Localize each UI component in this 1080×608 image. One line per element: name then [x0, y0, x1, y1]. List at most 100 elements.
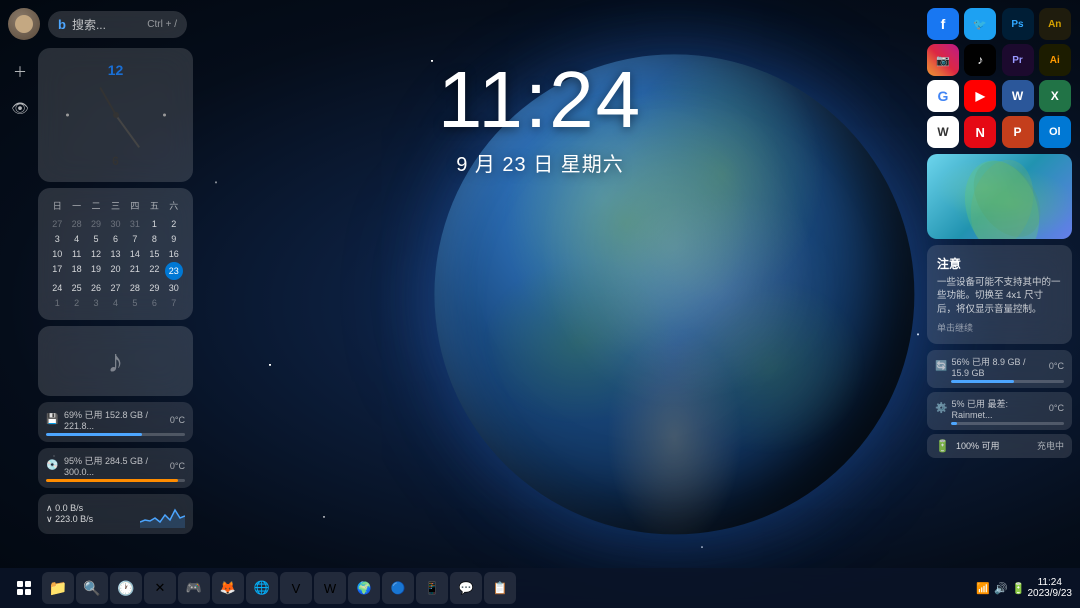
cal-day[interactable]: 18	[67, 262, 85, 280]
cal-day[interactable]: 6	[145, 296, 163, 310]
cal-day[interactable]: 14	[126, 247, 144, 261]
cal-day[interactable]: 13	[106, 247, 124, 261]
taskbar-app5[interactable]: 🎮	[178, 572, 210, 604]
app-netflix[interactable]: N	[964, 116, 996, 148]
top-bar: b 搜索... Ctrl + /	[8, 8, 187, 40]
taskbar-search[interactable]: 🔍	[76, 572, 108, 604]
app-youtube[interactable]: ▶	[964, 80, 996, 112]
cal-day[interactable]: 29	[145, 281, 163, 295]
clock-face: 12 6	[61, 60, 171, 170]
cal-day[interactable]: 3	[48, 232, 66, 246]
cal-day[interactable]: 30	[165, 281, 183, 295]
cal-day[interactable]: 28	[67, 217, 85, 231]
drive-c-widget: 💾 69% 已用 152.8 GB / 221.8... 0°C	[38, 402, 193, 442]
win11-wallpaper-preview[interactable]	[927, 154, 1072, 239]
cal-day[interactable]: 29	[87, 217, 105, 231]
app-powerpoint[interactable]: P	[1002, 116, 1034, 148]
start-button[interactable]	[8, 572, 40, 604]
taskbar-app4[interactable]: ✕	[144, 572, 176, 604]
taskbar-app13[interactable]: 💬	[450, 572, 482, 604]
instagram-label: 📷	[936, 54, 950, 67]
taskbar-app9[interactable]: W	[314, 572, 346, 604]
taskbar-app11[interactable]: 🔵	[382, 572, 414, 604]
cal-day[interactable]: 12	[87, 247, 105, 261]
cal-day[interactable]: 3	[87, 296, 105, 310]
app-excel[interactable]: X	[1039, 80, 1071, 112]
drive-c-bar	[46, 433, 142, 436]
cal-day-today[interactable]: 23	[165, 262, 183, 280]
notice-link[interactable]: 单击继续	[937, 321, 1062, 334]
cal-day[interactable]: 5	[126, 296, 144, 310]
cal-day-mon: 一	[67, 198, 85, 213]
cal-day[interactable]: 2	[165, 217, 183, 231]
app-word[interactable]: W	[1002, 80, 1034, 112]
cal-day[interactable]: 24	[48, 281, 66, 295]
cal-day[interactable]: 27	[106, 281, 124, 295]
app-instagram[interactable]: 📷	[927, 44, 959, 76]
cal-day[interactable]: 1	[48, 296, 66, 310]
search-bar[interactable]: b 搜索... Ctrl + /	[48, 11, 187, 38]
app-tiktok[interactable]: ♪	[964, 44, 996, 76]
cal-day[interactable]: 20	[106, 262, 124, 280]
cal-day[interactable]: 11	[67, 247, 85, 261]
drive-d-bar-bg	[46, 479, 185, 482]
cal-day[interactable]: 4	[67, 232, 85, 246]
cal-day[interactable]: 5	[87, 232, 105, 246]
volume-tray-icon[interactable]: 🔊	[994, 582, 1008, 595]
cal-day[interactable]: 28	[126, 281, 144, 295]
cal-day[interactable]: 25	[67, 281, 85, 295]
cal-day[interactable]: 30	[106, 217, 124, 231]
cal-day[interactable]: 6	[106, 232, 124, 246]
cal-day[interactable]: 9	[165, 232, 183, 246]
taskbar-clock[interactable]: 🕐	[110, 572, 142, 604]
cal-day[interactable]: 27	[48, 217, 66, 231]
taskbar-file-explorer[interactable]: 📁	[42, 572, 74, 604]
app-animate[interactable]: An	[1039, 8, 1071, 40]
taskbar-time[interactable]: 11:24 2023/9/23	[1028, 577, 1073, 599]
app-facebook[interactable]: f	[927, 8, 959, 40]
cal-day-fri: 五	[145, 198, 163, 213]
app-wikipedia[interactable]: W	[927, 116, 959, 148]
app-twitter[interactable]: 🐦	[964, 8, 996, 40]
cal-day[interactable]: 31	[126, 217, 144, 231]
cal-day[interactable]: 15	[145, 247, 163, 261]
taskbar-app10[interactable]: 🌍	[348, 572, 380, 604]
cal-day[interactable]: 2	[67, 296, 85, 310]
taskbar-app7[interactable]: 🌐	[246, 572, 278, 604]
app-premiere[interactable]: Pr	[1002, 44, 1034, 76]
cal-day[interactable]: 7	[126, 232, 144, 246]
memory-widget: 🔄 56% 已用 8.9 GB / 15.9 GB 0°C	[927, 350, 1072, 388]
music-widget[interactable]: ♪	[38, 326, 193, 396]
illustrator-label: Ai	[1050, 55, 1060, 66]
taskbar-app6[interactable]: 🦊	[212, 572, 244, 604]
cal-day[interactable]: 19	[87, 262, 105, 280]
taskbar-app14[interactable]: 📋	[484, 572, 516, 604]
app-outlook[interactable]: Ol	[1039, 116, 1071, 148]
avatar[interactable]	[8, 8, 40, 40]
app-photoshop[interactable]: Ps	[1002, 8, 1034, 40]
cal-day[interactable]: 22	[145, 262, 163, 280]
eye-icon[interactable]: 👁	[8, 96, 32, 120]
windows-icon	[17, 581, 31, 595]
cal-day[interactable]: 1	[145, 217, 163, 231]
battery-tray-icon[interactable]: 🔋	[1012, 582, 1026, 595]
network-tray-icon[interactable]: 📶	[976, 582, 990, 595]
taskbar-app8[interactable]: V	[280, 572, 312, 604]
taskbar-app12[interactable]: 📱	[416, 572, 448, 604]
cal-day[interactable]: 21	[126, 262, 144, 280]
notice-widget: 注意 一些设备可能不支持其中的一些功能。切换至 4x1 尺寸后，将仅显示音量控制…	[927, 245, 1072, 344]
calendar-header: 日 一 二 三 四 五 六	[48, 198, 183, 213]
add-widget-icon[interactable]: ＋	[8, 60, 32, 84]
app-illustrator[interactable]: Ai	[1039, 44, 1071, 76]
app6-icon: 🦊	[220, 580, 236, 596]
drive-d-widget: 💿 95% 已用 284.5 GB / 300.0... 0°C	[38, 448, 193, 488]
cal-day[interactable]: 10	[48, 247, 66, 261]
cal-day[interactable]: 7	[165, 296, 183, 310]
cpu-icon: ⚙️	[935, 403, 947, 414]
cal-day[interactable]: 4	[106, 296, 124, 310]
cal-day[interactable]: 17	[48, 262, 66, 280]
app-google[interactable]: G	[927, 80, 959, 112]
cal-day[interactable]: 8	[145, 232, 163, 246]
cal-day[interactable]: 16	[165, 247, 183, 261]
cal-day[interactable]: 26	[87, 281, 105, 295]
